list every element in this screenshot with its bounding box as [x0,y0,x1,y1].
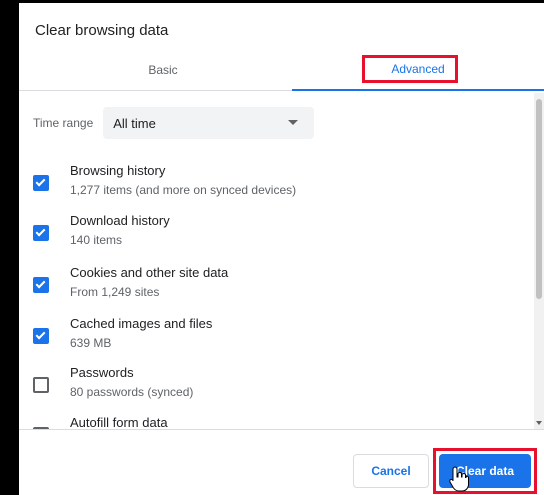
checkmark-icon [35,278,46,289]
option-title: Download history [70,213,170,228]
option-title: Cookies and other site data [70,265,229,280]
checkmark-icon [35,176,46,187]
checkmark-icon [35,226,46,237]
dialog-title: Clear browsing data [35,22,169,39]
cancel-button[interactable]: Cancel [353,454,429,488]
option-cookies: Cookies and other site data From 1,249 s… [33,265,493,313]
option-title: Cached images and files [70,316,213,331]
option-autofill: Autofill form data [33,415,493,429]
option-subtitle: 1,277 items (and more on synced devices) [70,183,297,197]
scrollbar-thumb[interactable] [536,99,542,299]
option-subtitle: 80 passwords (synced) [70,385,194,399]
option-browsing-history: Browsing history 1,277 items (and more o… [33,163,493,211]
time-range-select[interactable]: All time [103,107,315,139]
scroll-down-arrow-icon[interactable] [536,421,542,425]
browsing-history-checkbox[interactable] [33,175,49,191]
hand-pointer-icon [449,466,469,492]
option-subtitle: 639 MB [70,336,112,350]
option-title: Passwords [70,365,134,380]
options-panel: Time range All time Browsing history 1,2… [19,93,544,429]
advanced-tab-highlight-box [362,55,458,83]
tab-bar: Basic Advanced [19,49,544,91]
option-subtitle: 140 items [70,233,123,247]
passwords-checkbox[interactable] [33,377,49,393]
cookies-checkbox[interactable] [33,277,49,293]
option-passwords: Passwords 80 passwords (synced) [33,365,493,413]
option-download-history: Download history 140 items [33,213,493,261]
option-title: Browsing history [70,163,166,178]
clear-browsing-data-dialog: Clear browsing data Basic Advanced Time … [19,3,544,495]
option-cached-images: Cached images and files 639 MB [33,316,493,364]
option-title: Autofill form data [70,415,168,429]
download-history-checkbox[interactable] [33,225,49,241]
chevron-down-icon [288,120,299,125]
option-subtitle: From 1,249 sites [70,285,160,299]
cached-images-checkbox[interactable] [33,328,49,344]
options-scrollbar[interactable] [534,93,544,429]
dialog-footer: Cancel Clear data [19,429,544,495]
checkmark-icon [35,329,46,340]
time-range-value: All time [113,115,156,131]
time-range-label: Time range [33,116,94,130]
time-range-row: Time range All time [33,107,315,139]
tab-basic[interactable]: Basic [63,49,263,91]
